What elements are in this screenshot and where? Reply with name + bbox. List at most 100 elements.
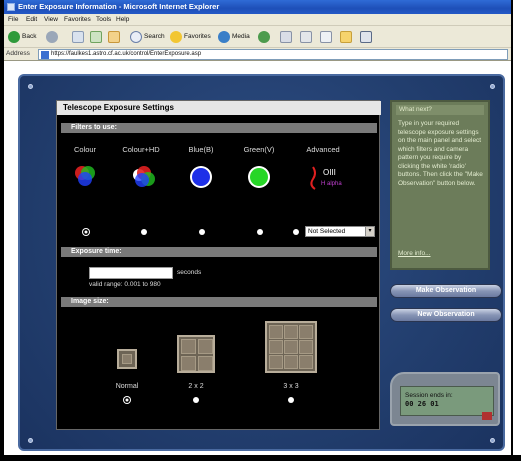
colour-filter-icon [75,166,95,186]
mail-icon[interactable] [280,31,292,43]
address-bar: Address https://faulkes1.astro.cf.ac.uk/… [4,48,511,61]
toolbar: Back Search Favorites Media [4,26,511,48]
size-label-3x3: 3 x 3 [283,383,299,390]
grid-cell [122,354,132,364]
favorites-label[interactable]: Favorites [184,33,211,40]
advanced-icon-subtext: H alpha [321,181,342,187]
advanced-filter-select[interactable]: Not Selected ▾ [305,226,375,237]
filter-label-colour-hd: Colour+HD [122,145,160,154]
advanced-filter-icon: OIII H alpha [310,166,342,190]
radio-green[interactable] [257,229,263,235]
select-value: Not Selected [308,228,346,235]
browser-window: Enter Exposure Information - Microsoft I… [0,0,521,461]
radio-colour-hd[interactable] [141,229,147,235]
screw-icon [490,84,495,89]
radio-blue[interactable] [199,229,205,235]
exposure-header: Exposure time: [61,247,377,257]
page-content: Telescope Exposure Settings Filters to u… [4,62,511,455]
back-arrow-icon[interactable] [8,31,20,43]
screw-icon [28,84,33,89]
menu-edit[interactable]: Edit [26,15,37,25]
timer-value: 00 26 01 [405,400,439,408]
refresh-icon[interactable] [90,31,102,43]
image-size-3x3-icon [265,321,317,373]
grid-cell [269,325,283,339]
print-icon[interactable] [300,31,312,43]
menu-view[interactable]: View [44,15,58,25]
grid-cell [284,325,298,339]
filter-label-green: Green(V) [243,145,275,154]
menu-favorites[interactable]: Favorites [64,15,91,25]
bottom-border [0,455,521,461]
image-size-2x2-icon [177,335,215,373]
make-observation-button[interactable]: Make Observation [390,284,502,298]
grid-cell [269,340,283,354]
grid-cell [198,356,213,371]
grid-cell [284,340,298,354]
menu-tools[interactable]: Tools [96,15,111,25]
address-url: https://faulkes1.astro.cf.ac.uk/control/… [51,51,202,57]
menu-help[interactable]: Help [116,15,129,25]
filters-header: Filters to use: [61,123,377,133]
image-size-normal-icon [117,349,137,369]
stop-icon[interactable] [72,31,84,43]
search-label[interactable]: Search [144,33,165,40]
radio-size-2x2[interactable] [193,397,199,403]
forward-arrow-icon[interactable] [46,31,58,43]
ie-icon [7,3,15,11]
advanced-icon-text: OIII [323,168,336,177]
edit-icon[interactable] [320,31,332,43]
help-panel: What next? Type in your required telesco… [390,100,490,270]
favorites-star-icon[interactable] [170,31,182,43]
radio-colour[interactable] [83,229,89,235]
grid-cell [299,325,313,339]
media-label[interactable]: Media [232,33,250,40]
exposure-seconds-input[interactable] [89,267,173,279]
back-label[interactable]: Back [22,33,36,40]
seconds-unit: seconds [177,269,202,276]
history-icon[interactable] [258,31,270,43]
radio-size-3x3[interactable] [288,397,294,403]
more-info-link[interactable]: More info... [398,250,431,257]
session-timer: Session ends in: 00 26 01 [390,372,500,426]
grid-cell [181,356,196,371]
home-icon[interactable] [108,31,120,43]
grid-cell [284,355,298,369]
green-filter-icon [248,166,270,188]
search-icon[interactable] [130,31,142,43]
chevron-down-icon[interactable]: ▾ [365,227,374,236]
help-text: Type in your required telescope exposure… [398,120,483,187]
grid-cell [269,355,283,369]
radio-advanced[interactable] [293,229,299,235]
folder-icon[interactable] [340,31,352,43]
address-label: Address [6,50,30,57]
address-input[interactable]: https://faulkes1.astro.cf.ac.uk/control/… [38,49,508,60]
size-label-2x2: 2 x 2 [188,383,204,390]
panel-title: Telescope Exposure Settings [57,101,381,115]
timer-display: Session ends in: 00 26 01 [400,386,494,416]
title-bar[interactable]: Enter Exposure Information - Microsoft I… [4,0,511,14]
colour-hd-filter-icon [133,166,155,187]
radio-size-normal[interactable] [124,397,130,403]
exposure-range: valid range: 0.001 to 980 [89,281,161,288]
media-icon[interactable] [218,31,230,43]
page-icon [41,51,49,59]
filter-label-advanced: Advanced [306,145,340,154]
right-border [511,0,521,461]
messenger-icon[interactable] [360,31,372,43]
size-label-normal: Normal [115,383,139,390]
filter-label-blue: Blue(B) [188,145,214,154]
exposure-panel: Telescope Exposure Settings Filters to u… [56,100,381,430]
window-title: Enter Exposure Information - Microsoft I… [18,2,220,11]
grid-cell [299,340,313,354]
grid-cell [198,339,213,354]
blue-filter-icon [190,166,212,188]
screw-icon [28,438,33,443]
image-size-header: Image size: [61,297,377,307]
new-observation-button[interactable]: New Observation [390,308,502,322]
timer-label: Session ends in: [405,392,453,399]
menu-bar: File Edit View Favorites Tools Help [4,14,511,26]
help-title: What next? [396,105,484,115]
menu-file[interactable]: File [8,15,18,25]
screw-icon [490,438,495,443]
